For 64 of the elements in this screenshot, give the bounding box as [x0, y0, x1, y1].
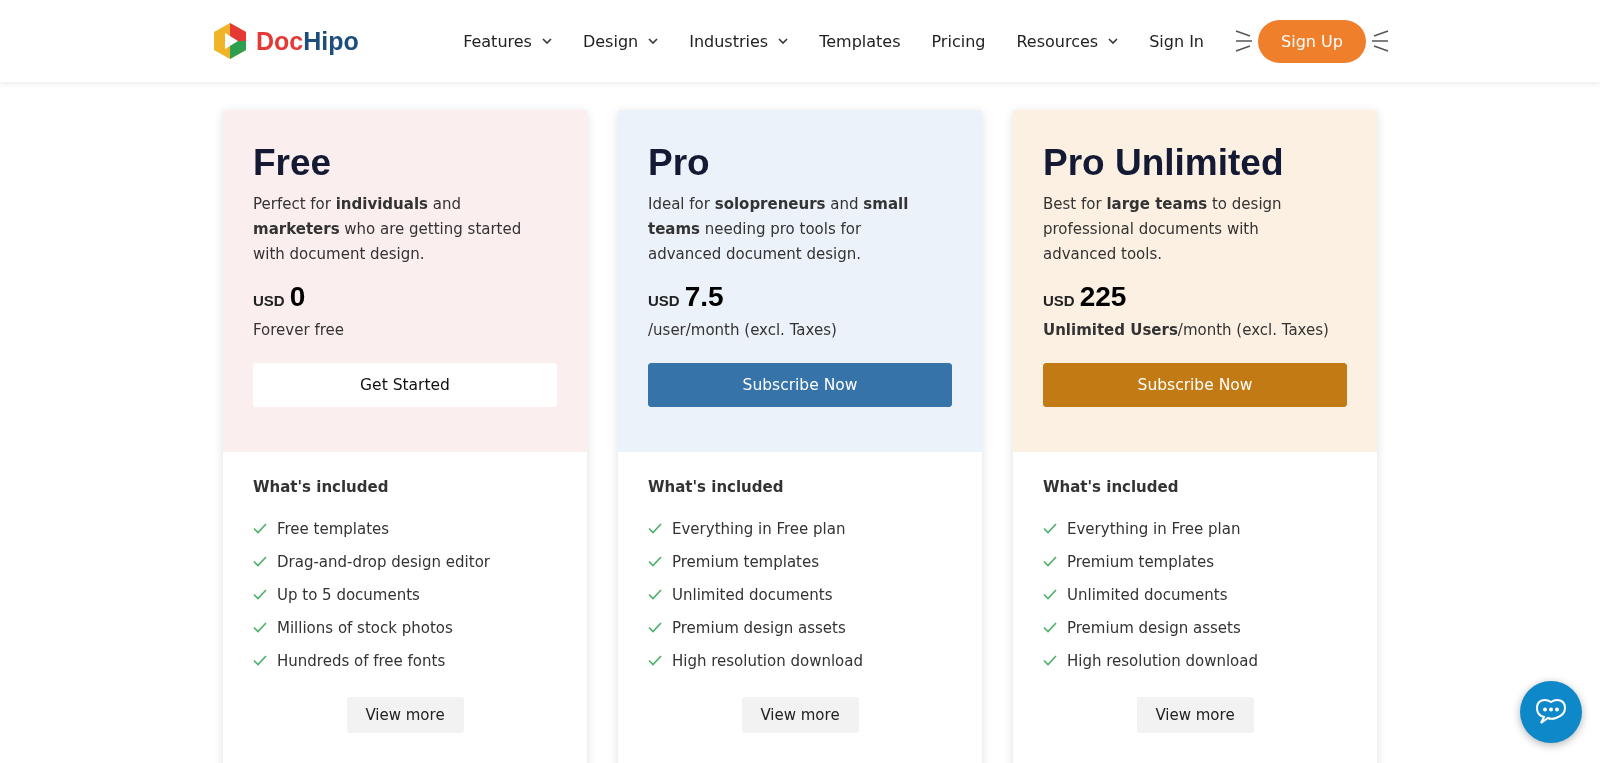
price-amount: 0 — [289, 281, 306, 313]
nav-link[interactable]: Templates — [819, 31, 901, 51]
feature-text: High resolution download — [672, 651, 863, 670]
plan-description: Perfect for individuals and marketers who are getting started with document design. — [253, 194, 523, 265]
logo[interactable]: DocHipo — [210, 21, 359, 61]
plan-button[interactable]: Subscribe Now — [648, 363, 952, 407]
checkmark-icon — [1043, 589, 1057, 600]
feature-text: Premium design assets — [1067, 618, 1241, 637]
feature-text: High resolution download — [1067, 651, 1258, 670]
checkmark-icon — [253, 589, 267, 600]
plan-name: Pro — [648, 142, 711, 184]
plan-description: Ideal for solopreneurs and small teams needing pro tools for advanced document design. — [648, 194, 910, 265]
plan-name: Pro Unlimited — [1043, 142, 1285, 184]
checkmark-icon — [1043, 556, 1057, 567]
checkmark-icon — [253, 556, 267, 567]
feature-text: Premium templates — [1067, 552, 1215, 571]
nav-link[interactable]: Design — [582, 31, 659, 51]
feature-text: Up to 5 documents — [277, 585, 420, 604]
view-more-button[interactable]: View more — [741, 697, 859, 733]
checkmark-icon — [253, 655, 267, 666]
nav-link[interactable]: Features — [463, 31, 552, 51]
feature-text: Unlimited documents — [672, 585, 833, 604]
nav-link[interactable]: Resources — [1016, 31, 1119, 51]
plan-name: Free — [253, 142, 333, 184]
feature-text: Hundreds of free fonts — [277, 651, 446, 670]
feature-text: Drag-and-drop design editor — [277, 552, 490, 571]
plan-description: Best for large teams to design professional documents with advanced tools. — [1043, 194, 1283, 265]
price-period: /user/month (excl. Taxes) — [648, 321, 838, 339]
price-amount: 225 — [1079, 281, 1127, 313]
included-heading: What's included — [1043, 478, 1180, 496]
nav-link[interactable]: Sign In — [1149, 31, 1204, 51]
plan-button[interactable]: Get Started — [253, 363, 557, 407]
feature-text: Everything in Free plan — [1067, 519, 1241, 538]
checkmark-icon — [1043, 655, 1057, 666]
checkmark-icon — [1043, 622, 1057, 633]
checkmark-icon — [1043, 523, 1057, 534]
chat-button[interactable] — [1520, 681, 1582, 743]
included-heading: What's included — [253, 478, 390, 496]
checkmark-icon — [648, 655, 662, 666]
currency-label: USD — [648, 292, 680, 309]
nav-link[interactable]: Industries — [689, 31, 789, 51]
view-more-button[interactable]: View more — [346, 697, 464, 733]
checkmark-icon — [648, 589, 662, 600]
price-period: Unlimited Users/month (excl. Taxes) — [1043, 321, 1330, 339]
feature-text: Unlimited documents — [1067, 585, 1228, 604]
price-period: Forever free — [253, 321, 345, 339]
logo-text: DocHipo — [256, 26, 359, 56]
checkmark-icon — [648, 523, 662, 534]
currency-label: USD — [1043, 292, 1075, 309]
checkmark-icon — [648, 622, 662, 633]
feature-text: Free templates — [277, 519, 390, 538]
feature-text: Everything in Free plan — [672, 519, 846, 538]
feature-text: Millions of stock photos — [277, 618, 453, 637]
feature-text: Premium design assets — [672, 618, 846, 637]
currency-label: USD — [253, 292, 285, 309]
view-more-button[interactable]: View more — [1136, 697, 1254, 733]
checkmark-icon — [648, 556, 662, 567]
included-heading: What's included — [648, 478, 785, 496]
chat-bubble-icon — [1534, 697, 1568, 727]
feature-text: Premium templates — [672, 552, 820, 571]
checkmark-icon — [253, 523, 267, 534]
nav-link[interactable]: Pricing — [931, 31, 986, 51]
price-amount: 7.5 — [684, 281, 724, 313]
checkmark-icon — [253, 622, 267, 633]
